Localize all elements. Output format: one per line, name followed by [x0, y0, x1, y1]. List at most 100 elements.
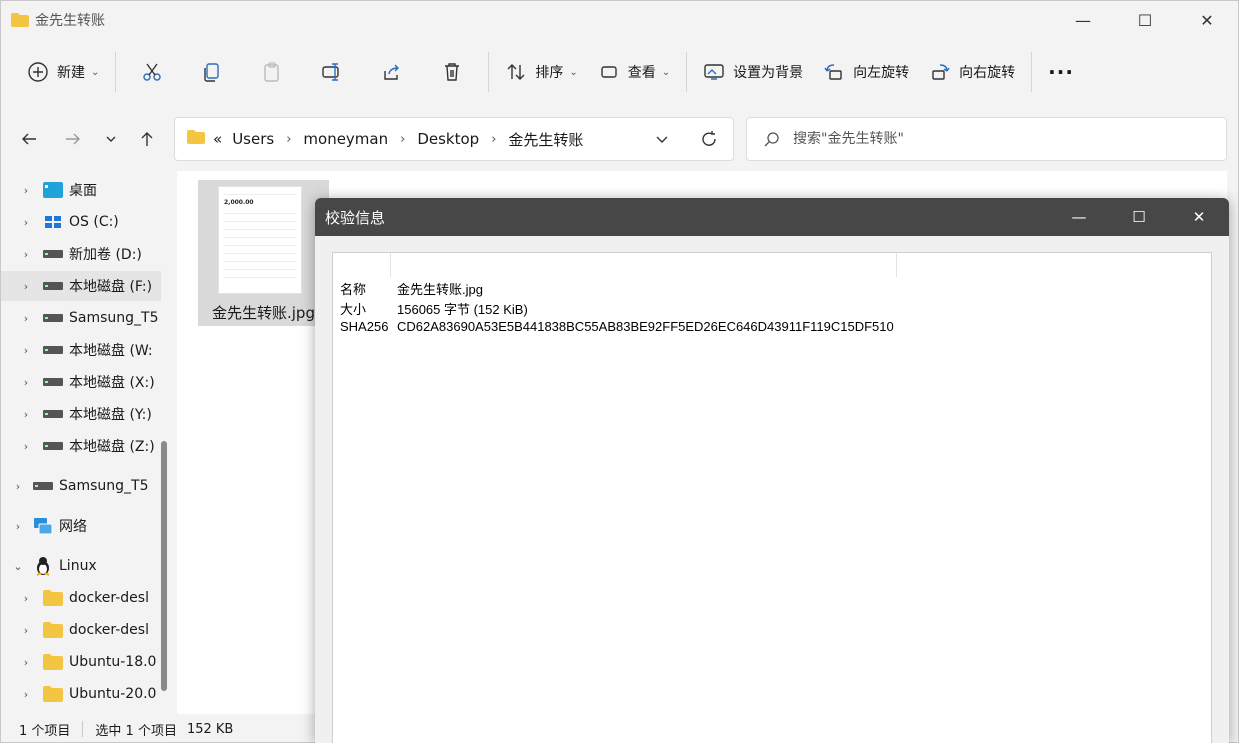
title-bar: 金先生转账 — ☐ ✕: [1, 1, 1238, 39]
chevron-right-icon[interactable]: ›: [19, 184, 33, 197]
view-label: 查看: [627, 65, 656, 81]
sort-label: 排序: [535, 65, 564, 81]
rotate-right-button[interactable]: 向右旋转: [919, 52, 1025, 92]
sidebar-item-drive-w[interactable]: › 本地磁盘 (W:: [1, 335, 161, 365]
delete-button[interactable]: [422, 52, 482, 92]
sidebar-item-ubuntu-20[interactable]: › Ubuntu-20.0: [1, 679, 161, 709]
sidebar-item-linux[interactable]: ⌄ Linux: [1, 551, 161, 581]
file-item[interactable]: 2,000.00 金先生转账.jpg: [198, 180, 329, 326]
new-button[interactable]: 新建 ⌄: [17, 52, 109, 92]
rotate-right-label: 向右旋转: [959, 65, 1016, 81]
chevron-right-icon[interactable]: ›: [19, 624, 33, 637]
search-box[interactable]: [746, 117, 1227, 161]
share-button[interactable]: [362, 52, 422, 92]
rotate-right-icon: [932, 64, 950, 80]
sidebar-item-label: 本地磁盘 (X:): [69, 375, 155, 391]
column-headers: [333, 253, 1211, 277]
rename-icon: [322, 63, 340, 81]
sidebar-item-drive-d[interactable]: › 新加卷 (D:): [1, 239, 161, 269]
paste-button[interactable]: [242, 52, 302, 92]
sidebar-item-samsung-t5[interactable]: › Samsung_T5: [1, 303, 161, 333]
breadcrumb-overflow[interactable]: «: [213, 130, 222, 148]
sidebar-item-docker-desktop[interactable]: › docker-desl: [1, 583, 161, 613]
address-history-button[interactable]: [639, 132, 685, 146]
sidebar-item-drive-z[interactable]: › 本地磁盘 (Z:): [1, 431, 161, 461]
sidebar-item-drive-c[interactable]: › OS (C:): [1, 207, 161, 237]
address-bar[interactable]: « Users › moneyman › Desktop › 金先生转账: [174, 117, 734, 161]
chevron-right-icon[interactable]: ›: [19, 344, 33, 357]
share-icon: [384, 64, 400, 80]
sidebar-item-drive-f[interactable]: › 本地磁盘 (F:): [1, 271, 161, 301]
chevron-right-icon[interactable]: ›: [19, 216, 33, 229]
breadcrumb-desktop[interactable]: Desktop: [417, 130, 479, 148]
copy-button[interactable]: [182, 52, 242, 92]
close-button[interactable]: ✕: [1176, 1, 1238, 39]
cut-button[interactable]: [122, 52, 182, 92]
sidebar-item-label: 本地磁盘 (Z:): [69, 439, 155, 455]
chevron-right-icon: ›: [286, 131, 292, 147]
recent-locations-button[interactable]: [99, 127, 123, 151]
more-options-button[interactable]: ···: [1038, 52, 1084, 92]
set-background-label: 设置为背景: [733, 65, 804, 81]
refresh-button[interactable]: [685, 130, 733, 148]
chevron-right-icon[interactable]: ›: [11, 480, 25, 493]
status-divider: [82, 721, 84, 737]
breadcrumb-current-folder[interactable]: 金先生转账: [508, 129, 583, 150]
sidebar-item-label: Ubuntu-18.0: [69, 654, 157, 670]
sort-button[interactable]: 排序 ⌄: [495, 52, 587, 92]
sidebar-item-drive-y[interactable]: › 本地磁盘 (Y:): [1, 399, 161, 429]
chevron-right-icon[interactable]: ›: [19, 408, 33, 421]
checksum-info-panel[interactable]: 名称 金先生转账.jpg 大小 156065 字节 (152 KiB) SHA2…: [332, 252, 1212, 743]
sidebar-item-label: Ubuntu-20.0: [69, 686, 157, 702]
chevron-right-icon[interactable]: ›: [19, 440, 33, 453]
dialog-close-button[interactable]: ✕: [1169, 198, 1229, 236]
chevron-right-icon[interactable]: ›: [19, 280, 33, 293]
chevron-right-icon[interactable]: ›: [19, 312, 33, 325]
chevron-right-icon[interactable]: ›: [19, 688, 33, 701]
chevron-right-icon[interactable]: ›: [19, 248, 33, 261]
info-row-name: 名称 金先生转账.jpg: [340, 279, 483, 298]
info-key: 大小: [340, 302, 367, 317]
plus-circle-icon: [28, 62, 48, 82]
dialog-minimize-button[interactable]: —: [1049, 198, 1109, 236]
search-input[interactable]: [793, 131, 1193, 147]
forward-button[interactable]: [61, 127, 85, 151]
drive-icon: [43, 342, 63, 358]
sidebar-item-docker-desktop-data[interactable]: › docker-desl: [1, 615, 161, 645]
rename-button[interactable]: [302, 52, 362, 92]
navigation-pane: › 桌面 › OS (C:) › 新加卷 (D:) › 本地磁盘 (F:) › …: [1, 171, 169, 714]
sidebar-item-ubuntu-18[interactable]: › Ubuntu-18.0: [1, 647, 161, 677]
selected-size: 152 KB: [186, 721, 234, 737]
sidebar-item-label: 本地磁盘 (Y:): [69, 407, 152, 423]
breadcrumb-moneyman[interactable]: moneyman: [303, 130, 388, 148]
sidebar-item-network[interactable]: › 网络: [1, 511, 161, 541]
dialog-title: 校验信息: [325, 208, 386, 227]
back-button[interactable]: [17, 127, 41, 151]
breadcrumb-users[interactable]: Users: [232, 130, 274, 148]
window-title: 金先生转账: [35, 13, 105, 29]
folder-icon: [43, 686, 63, 702]
sidebar-item-desktop[interactable]: › 桌面: [1, 175, 161, 205]
sidebar-item-samsung-t5-root[interactable]: › Samsung_T5: [1, 471, 161, 501]
chevron-down-icon[interactable]: ⌄: [11, 560, 25, 573]
chevron-right-icon[interactable]: ›: [19, 376, 33, 389]
sidebar-item-drive-x[interactable]: › 本地磁盘 (X:): [1, 367, 161, 397]
set-background-button[interactable]: 设置为背景: [693, 52, 813, 92]
chevron-right-icon[interactable]: ›: [11, 520, 25, 533]
drive-icon: [43, 246, 63, 262]
up-button[interactable]: [135, 127, 159, 151]
chevron-right-icon[interactable]: ›: [19, 592, 33, 605]
more-icon: ···: [1048, 60, 1074, 84]
minimize-button[interactable]: —: [1052, 1, 1114, 39]
sidebar-item-label: OS (C:): [69, 214, 119, 230]
new-label: 新建: [57, 65, 85, 81]
sidebar-scrollbar[interactable]: [161, 441, 167, 691]
sidebar-item-label: Samsung_T5: [59, 478, 149, 494]
chevron-right-icon[interactable]: ›: [19, 656, 33, 669]
maximize-button[interactable]: ☐: [1114, 1, 1176, 39]
folder-icon: [43, 654, 63, 670]
rotate-left-button[interactable]: 向左旋转: [813, 52, 919, 92]
view-button[interactable]: 查看 ⌄: [588, 52, 680, 92]
address-actions: [639, 118, 733, 160]
dialog-maximize-button[interactable]: ☐: [1109, 198, 1169, 236]
